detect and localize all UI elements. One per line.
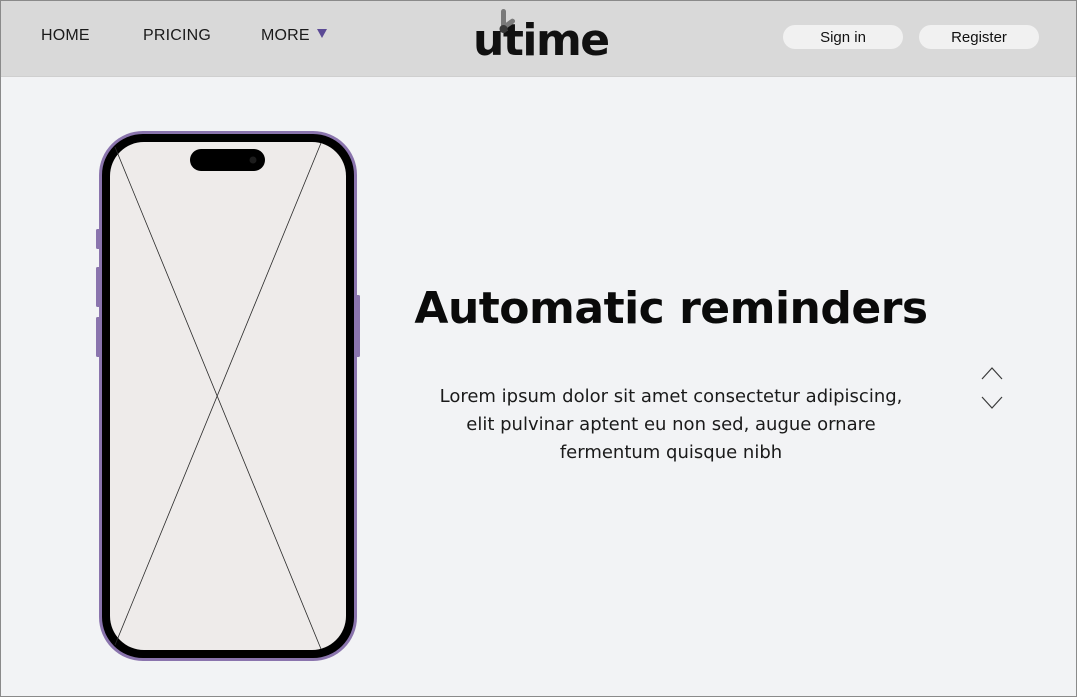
nav-home-link[interactable]: HOME [41,27,90,45]
chevron-down-icon [981,396,1003,409]
scroll-up-button[interactable] [979,363,1005,383]
phone-mockup [95,129,361,665]
hero-description-line: fermentum quisque nibh [559,442,783,463]
brand-logo[interactable]: utime [473,7,613,67]
chevron-up-icon [981,367,1003,380]
hero-title: Automatic reminders [414,283,928,334]
logo-wordmark: utime [473,15,610,66]
nav-pricing-link[interactable]: PRICING [143,27,211,45]
nav-more-dropdown[interactable]: MORE [261,27,327,45]
nav-more-label: MORE [261,27,310,44]
hero-description: Lorem ipsum dolor sit amet consectetur a… [411,383,931,467]
register-button[interactable]: Register [919,25,1039,49]
scroll-down-button[interactable] [979,393,1005,413]
hero-description-line: elit pulvinar aptent eu non sed, augue o… [466,414,876,435]
image-placeholder-icon [110,142,346,650]
clock-hand-icon [499,9,516,33]
hero-description-line: Lorem ipsum dolor sit amet consectetur a… [439,386,903,407]
top-navigation-bar: HOME PRICING MORE utime Sign in Register [1,1,1076,77]
page-frame: HOME PRICING MORE utime Sign in Register [0,0,1077,697]
sign-in-button[interactable]: Sign in [783,25,903,49]
caret-down-icon [316,29,327,38]
